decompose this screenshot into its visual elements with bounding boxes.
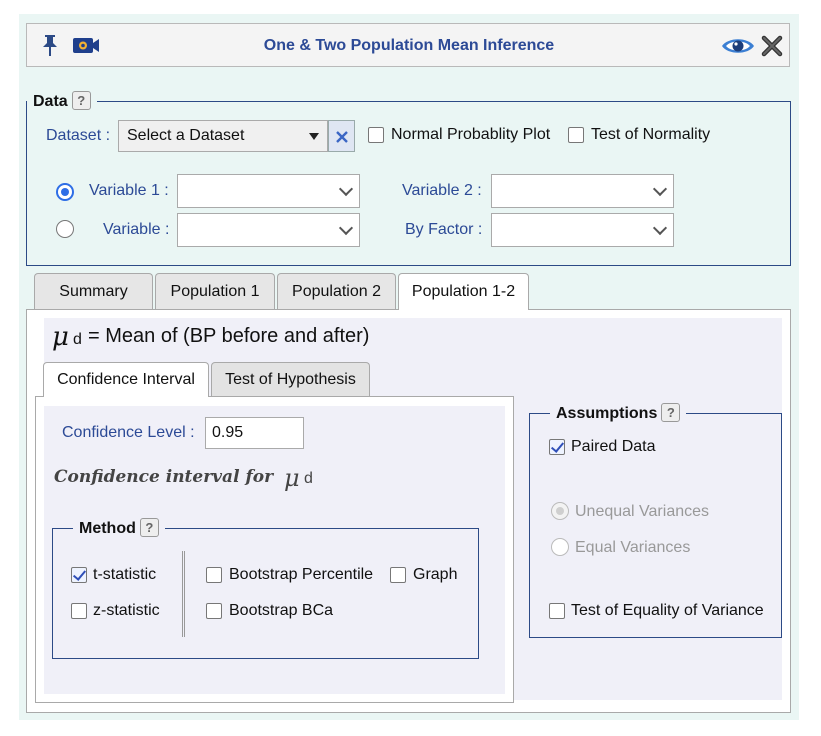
unequal-variances-radio[interactable]	[551, 502, 569, 520]
normal-plot-label: Normal Probablity Plot	[391, 126, 551, 143]
method-fieldset: Method?	[52, 518, 479, 659]
normality-test-label: Test of Normality	[591, 126, 711, 143]
t-statistic-label: t-statistic	[93, 566, 157, 583]
confidence-level-label: Confidence Level :	[62, 424, 195, 441]
title-bar: One & Two Population Mean Inference	[26, 23, 790, 67]
variable-label: Variable :	[103, 221, 170, 238]
paired-data-label: Paired Data	[571, 438, 656, 455]
confidence-level-input[interactable]	[205, 417, 304, 449]
tab-summary[interactable]: Summary	[34, 273, 153, 309]
graph-label: Graph	[413, 566, 458, 583]
pin-icon[interactable]	[40, 33, 60, 57]
variable-radio[interactable]	[56, 220, 74, 238]
dataset-select-value: Select a Dataset	[127, 127, 245, 144]
tab-population-2[interactable]: Population 2	[277, 273, 396, 309]
data-legend: Data?	[27, 91, 97, 111]
data-fieldset: Data?	[26, 91, 791, 266]
normal-plot-checkbox[interactable]	[368, 127, 384, 143]
equality-variance-test-checkbox[interactable]	[549, 603, 565, 619]
tab-test-of-hypothesis[interactable]: Test of Hypothesis	[211, 362, 370, 396]
eye-icon[interactable]	[720, 35, 756, 57]
assumptions-help-icon[interactable]: ?	[661, 403, 681, 422]
unequal-variances-label: Unequal Variances	[575, 503, 710, 520]
close-icon[interactable]	[761, 35, 783, 57]
method-legend: Method?	[73, 518, 165, 538]
method-divider	[182, 551, 185, 637]
tab-confidence-interval[interactable]: Confidence Interval	[43, 362, 209, 397]
normality-test-checkbox[interactable]	[568, 127, 584, 143]
ci-mu-symbol: μ	[284, 464, 300, 492]
assumptions-legend: Assumptions?	[550, 403, 686, 423]
chevron-down-icon	[338, 220, 354, 236]
clear-dataset-button[interactable]	[328, 120, 355, 152]
graph-checkbox[interactable]	[390, 567, 406, 583]
variable1-select[interactable]	[177, 174, 360, 208]
bootstrap-percentile-label: Bootstrap Percentile	[229, 566, 374, 583]
mu-subscript: d	[73, 331, 82, 348]
variable1-label: Variable 1 :	[89, 182, 169, 199]
z-statistic-checkbox[interactable]	[71, 603, 87, 619]
video-camera-icon[interactable]	[72, 37, 100, 54]
by-factor-select[interactable]	[491, 213, 674, 247]
dataset-label: Dataset :	[46, 127, 111, 144]
by-factor-label: By Factor :	[405, 221, 483, 238]
ci-mu-subscript: d	[304, 470, 313, 487]
tab-population-1[interactable]: Population 1	[155, 273, 275, 309]
tab-population-1-2[interactable]: Population 1-2	[398, 273, 529, 310]
data-help-icon[interactable]: ?	[71, 91, 91, 110]
z-statistic-label: z-statistic	[93, 602, 160, 619]
variable1-radio[interactable]	[56, 183, 74, 201]
chevron-down-icon	[652, 181, 668, 197]
dropdown-arrow-icon	[309, 133, 319, 140]
bootstrap-bca-label: Bootstrap BCa	[229, 602, 334, 619]
variable-select[interactable]	[177, 213, 360, 247]
t-statistic-checkbox[interactable]	[71, 567, 87, 583]
mu-symbol: μ	[52, 322, 69, 352]
dataset-select[interactable]: Select a Dataset	[118, 120, 328, 152]
clear-icon	[336, 131, 348, 143]
equality-variance-test-label: Test of Equality of Variance	[571, 602, 764, 619]
window-title: One & Two Population Mean Inference	[263, 37, 555, 54]
bootstrap-bca-checkbox[interactable]	[206, 603, 222, 619]
ci-heading: Confidence interval for	[54, 467, 274, 487]
variable2-select[interactable]	[491, 174, 674, 208]
bootstrap-percentile-checkbox[interactable]	[206, 567, 222, 583]
mean-description: = Mean of (BP before and after)	[88, 325, 370, 347]
equal-variances-label: Equal Variances	[575, 539, 691, 556]
paired-data-checkbox[interactable]	[549, 439, 565, 455]
equal-variances-radio[interactable]	[551, 538, 569, 556]
chevron-down-icon	[338, 181, 354, 197]
variable2-label: Variable 2 :	[402, 182, 482, 199]
method-help-icon[interactable]: ?	[139, 518, 159, 537]
chevron-down-icon	[652, 220, 668, 236]
